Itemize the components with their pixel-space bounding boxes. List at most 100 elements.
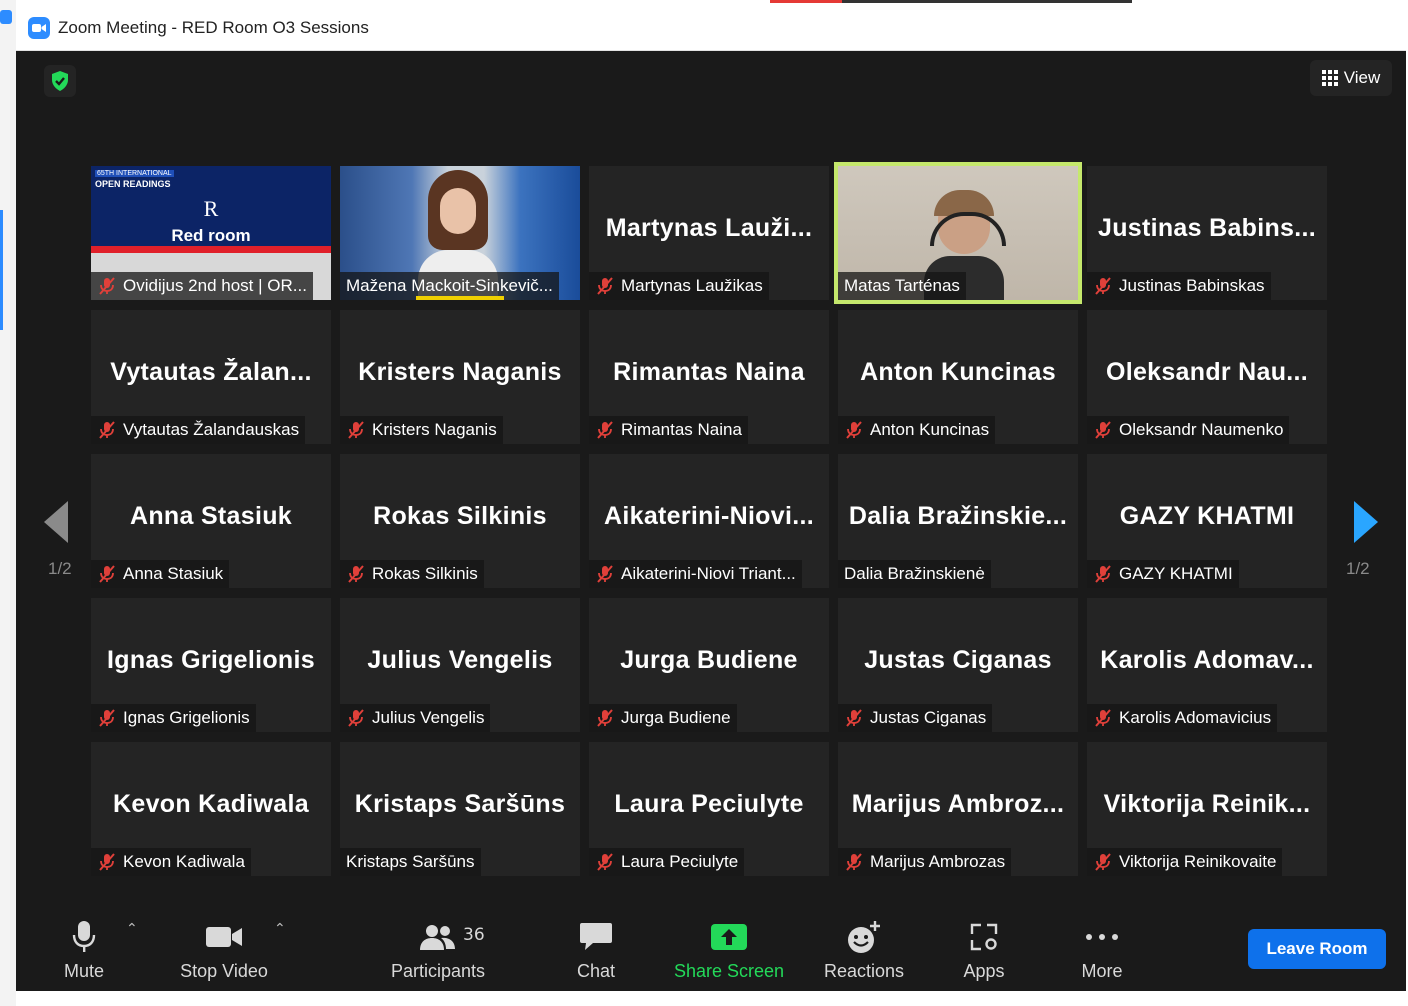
apps-icon (969, 917, 999, 957)
participant-tile[interactable]: Martynas Lauži... Martynas Laužikas (589, 166, 829, 300)
audio-options-caret-icon[interactable]: ⌃ (126, 921, 138, 937)
chat-bubble-icon (579, 917, 613, 957)
participant-name-label: Anna Stasiuk (123, 564, 224, 583)
participant-name-label: Martynas Laužikas (621, 276, 763, 295)
participant-nameplate: Marijus Ambrozas (838, 848, 1012, 876)
participant-display-name: Rokas Silkinis (373, 502, 547, 530)
participant-name-label: Ignas Grigelionis (123, 708, 250, 727)
participant-tile[interactable]: Anton Kuncinas Anton Kuncinas (838, 310, 1078, 444)
participant-display-name: Kevon Kadiwala (113, 790, 309, 818)
participant-nameplate: Kristers Naganis (340, 416, 503, 444)
participant-tile[interactable]: Aikaterini-Niovi... Aikaterini-Niovi Tria… (589, 454, 829, 588)
participant-tile[interactable]: Jurga Budiene Jurga Budiene (589, 598, 829, 732)
participant-tile[interactable]: Kristaps Saršūns Kristaps Saršūns (340, 742, 580, 876)
stop-video-label: Stop Video (180, 961, 268, 981)
participant-display-name: Oleksandr Nau... (1105, 358, 1309, 386)
participant-tile[interactable]: Oleksandr Nau... Oleksandr Naumenko (1087, 310, 1327, 444)
meeting-area: View 1/2 1/2 65TH INTERNATIONAL OPEN READ… (16, 51, 1406, 991)
participant-tile[interactable]: Laura Peciulyte Laura Peciulyte (589, 742, 829, 876)
chat-button[interactable]: Chat (566, 909, 626, 991)
participant-tile[interactable]: Rimantas Naina Rimantas Naina (589, 310, 829, 444)
participant-tile[interactable]: Vytautas Žalan... Vytautas Žalandauskas (91, 310, 331, 444)
window-title: Zoom Meeting - RED Room O3 Sessions (58, 18, 369, 37)
muted-microphone-icon (595, 276, 615, 296)
muted-microphone-icon (1093, 420, 1113, 440)
muted-microphone-icon (1093, 564, 1113, 584)
leave-room-button[interactable]: Leave Room (1248, 929, 1386, 969)
muted-microphone-icon (844, 852, 864, 872)
participant-tile[interactable]: Marijus Ambroz... Marijus Ambrozas (838, 742, 1078, 876)
participant-name-label: Oleksandr Naumenko (1119, 420, 1284, 439)
participant-tile[interactable]: Justas Ciganas Justas Ciganas (838, 598, 1078, 732)
participant-name-label: Ovidijus 2nd host | OR... (123, 276, 307, 295)
muted-microphone-icon (844, 420, 864, 440)
participant-nameplate: Oleksandr Naumenko (1087, 416, 1290, 444)
grid-view-icon (1321, 70, 1338, 86)
slide-room-title: Red room (171, 226, 251, 245)
participant-display-name: Kristers Naganis (358, 358, 562, 386)
background-window-edge (0, 0, 16, 1006)
participant-display-name: Jurga Budiene (620, 646, 798, 674)
more-label: More (1081, 961, 1123, 981)
muted-microphone-icon (1093, 276, 1113, 296)
participant-tile[interactable]: Kristers Naganis Kristers Naganis (340, 310, 580, 444)
previous-page-arrow-icon[interactable] (44, 501, 68, 543)
mute-label: Mute (63, 961, 105, 981)
reactions-button[interactable]: Reactions (820, 909, 908, 991)
participant-tile[interactable]: Kevon Kadiwala Kevon Kadiwala (91, 742, 331, 876)
participant-tile[interactable]: Viktorija Reinik... Viktorija Reinikovait… (1087, 742, 1327, 876)
video-options-caret-icon[interactable]: ⌃ (274, 921, 286, 937)
muted-microphone-icon (97, 420, 117, 440)
page-indicator-left: 1/2 (48, 559, 72, 578)
participant-nameplate: Justinas Babinskas (1087, 272, 1271, 300)
participant-name-label: Aikaterini-Niovi Triant... (621, 564, 796, 583)
participant-tile[interactable]: Mažena Mackoit-Sinkevič... (340, 166, 580, 300)
participants-button[interactable]: Participants (388, 909, 488, 991)
muted-microphone-icon (97, 276, 117, 296)
slide-header-line2: OPEN READINGS (95, 179, 171, 189)
participant-name-label: Rokas Silkinis (372, 564, 478, 583)
apps-button[interactable]: Apps (956, 909, 1012, 991)
view-label: View (1343, 68, 1381, 87)
participant-tile[interactable]: Rokas Silkinis Rokas Silkinis (340, 454, 580, 588)
participant-name-label: Dalia Bražinskienė (844, 564, 985, 583)
muted-microphone-icon (97, 708, 117, 728)
participant-tile[interactable]: Justinas Babins... Justinas Babinskas (1087, 166, 1327, 300)
participant-tile[interactable]: Julius Vengelis Julius Vengelis (340, 598, 580, 732)
participant-name-label: Justinas Babinskas (1119, 276, 1265, 295)
stop-video-button[interactable]: Stop Video (174, 909, 274, 991)
participant-tile[interactable]: GAZY KHATMI GAZY KHATMI (1087, 454, 1327, 588)
participant-tile[interactable]: Anna Stasiuk Anna Stasiuk (91, 454, 331, 588)
participant-nameplate: Kevon Kadiwala (91, 848, 251, 876)
participant-nameplate: Martynas Laužikas (589, 272, 769, 300)
background-accent (0, 210, 3, 330)
participant-name-label: Matas Tarténas (844, 276, 960, 295)
participant-name-label: Anton Kuncinas (870, 420, 990, 439)
participant-display-name: Marijus Ambroz... (851, 790, 1065, 818)
zoom-taskbar-icon (0, 10, 12, 24)
participant-tile[interactable]: Karolis Adomav... Karolis Adomavicius (1087, 598, 1327, 732)
window-top-stripe (770, 0, 842, 3)
share-screen-button[interactable]: Share Screen (672, 909, 786, 991)
participant-tile[interactable]: Dalia Bražinskie... Dalia Bražinskienė (838, 454, 1078, 588)
slide-red-bar (91, 246, 331, 253)
security-shield-icon[interactable] (44, 65, 76, 97)
meeting-toolbar: Mute ⌃ Stop Video ⌃ Participants 36 Chat (16, 909, 1406, 991)
participant-nameplate: Julius Vengelis (340, 704, 491, 732)
participant-display-name: Justinas Babins... (1098, 214, 1316, 242)
mute-button[interactable]: Mute (56, 909, 112, 991)
next-page-arrow-icon[interactable] (1354, 501, 1378, 543)
participant-display-name: Vytautas Žalan... (110, 358, 312, 386)
window-top-stripe-dark (842, 0, 1132, 3)
participant-tile[interactable]: 65TH INTERNATIONAL OPEN READINGS R Red room… (91, 166, 331, 300)
zoom-camera-icon (28, 17, 50, 39)
participant-name-label: Kevon Kadiwala (123, 852, 245, 871)
participant-nameplate: Viktorija Reinikovaite (1087, 848, 1283, 876)
participant-tile[interactable]: Matas Tarténas (834, 162, 1082, 304)
participant-nameplate: Karolis Adomavicius (1087, 704, 1278, 732)
participant-tile[interactable]: Ignas Grigelionis Ignas Grigelionis (91, 598, 331, 732)
more-button[interactable]: More (1072, 909, 1132, 991)
muted-microphone-icon (595, 564, 615, 584)
view-button[interactable]: View (1310, 60, 1392, 96)
participant-name-label: Jurga Budiene (621, 708, 731, 727)
